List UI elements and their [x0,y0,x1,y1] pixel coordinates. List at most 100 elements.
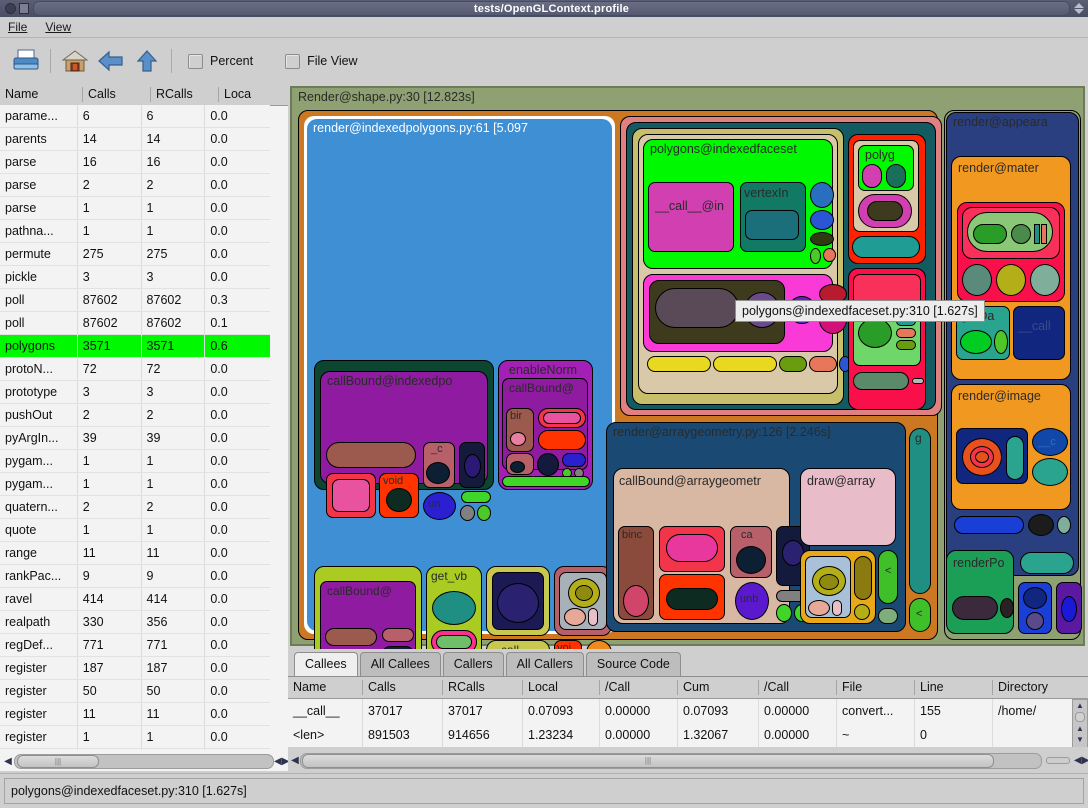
treemap-leaf[interactable] [1006,436,1024,480]
treemap-node-unb[interactable]: unb [735,582,769,620]
details-column-call[interactable]: /Call [599,680,677,695]
treemap-leaf[interactable] [564,608,586,626]
function-list-row[interactable]: register 50 50 0.0 [0,680,270,703]
window-controls-right[interactable] [1074,3,1088,14]
treemap-leaf[interactable] [460,505,475,521]
details-column-local[interactable]: Local [522,680,599,695]
treemap-leaf[interactable] [960,330,992,354]
treemap-leaf[interactable] [1034,224,1040,244]
percent-checkbox[interactable]: Percent [188,53,253,69]
function-list-row[interactable]: permute 275 275 0.0 [0,243,270,266]
treemap-leaf[interactable] [852,236,920,258]
function-list-row[interactable]: parse 1 1 0.0 [0,197,270,220]
details-scroll-down-icon[interactable]: ▼ [1073,734,1087,745]
file-view-checkbox[interactable]: File View [285,53,358,69]
treemap-leaf[interactable] [896,340,916,350]
details-hscrollbar-thumb[interactable]: ||| [302,753,994,768]
details-scroll-left-icon[interactable]: ◀ [290,755,300,766]
treemap-leaf[interactable] [952,596,998,620]
window-menu-icon[interactable] [5,3,16,14]
treemap-leaf[interactable] [326,442,416,468]
tab-source-code[interactable]: Source Code [585,652,681,676]
treemap-node-c[interactable]: __c [1032,428,1068,456]
treemap-leaf[interactable] [854,556,872,600]
treemap-leaf[interactable] [962,264,992,296]
treemap-leaf[interactable] [510,432,526,446]
treemap-node-g[interactable]: g [909,428,931,594]
tab-all-callers[interactable]: All Callers [505,652,584,676]
treemap-leaf[interactable] [461,491,491,503]
details-vscrollbar-thumb[interactable] [1075,712,1085,722]
treemap-leaf[interactable] [862,164,882,188]
treemap-leaf[interactable] [713,356,777,372]
treemap-leaf[interactable] [386,488,412,512]
function-list-row[interactable]: regDef... 771 771 0.0 [0,634,270,657]
treemap-leaf[interactable] [436,635,472,649]
treemap-leaf[interactable] [745,210,799,240]
details-table-row[interactable]: <len> 891503 914656 1.23234 0.00000 1.32067 0.… [288,723,1088,747]
treemap-leaf[interactable] [1011,224,1031,244]
treemap-leaf[interactable] [809,356,837,372]
scroll-left-icon[interactable]: ◀ [2,756,14,767]
function-list-row[interactable]: register 187 187 0.0 [0,657,270,680]
function-list-row[interactable]: register 11 11 0.0 [0,703,270,726]
treemap-leaf[interactable] [538,430,586,450]
treemap-leaf[interactable] [810,210,834,230]
function-list-row[interactable]: prototype 3 3 0.0 [0,381,270,404]
details-column-file[interactable]: File [836,680,914,695]
treemap-leaf[interactable] [996,264,1026,296]
treemap-leaf[interactable] [819,574,839,590]
percent-checkbox-box[interactable] [188,53,203,69]
treemap-leaf[interactable] [912,378,924,384]
treemap-leaf[interactable] [382,628,414,642]
treemap-leaf[interactable] [655,288,739,328]
function-list-row[interactable]: quatern... 2 2 0.0 [0,496,270,519]
function-list-row[interactable]: realpath 330 356 0.0 [0,611,270,634]
treemap-leaf[interactable] [543,412,581,424]
treemap-leaf[interactable] [736,546,766,574]
treemap-leaf[interactable] [537,453,559,476]
column-header-rcalls[interactable]: RCalls [150,87,218,102]
treemap-leaf[interactable] [1057,516,1071,534]
treemap-leaf[interactable] [776,604,792,622]
column-header-name[interactable]: Name [0,87,82,102]
treemap-canvas[interactable]: Render@shape.py:30 [12.823s] render@inde… [290,86,1085,694]
details-column-line[interactable]: Line [914,680,992,695]
function-list-row[interactable]: poll 87602 87602 0.3 [0,289,270,312]
function-list-row[interactable]: register 1 1 0.0 [0,726,270,749]
treemap-leaf[interactable] [854,604,870,620]
function-list-row[interactable]: rankPac... 9 9 0.0 [0,565,270,588]
treemap-leaf[interactable] [1030,264,1060,296]
treemap-leaf[interactable] [975,451,989,463]
treemap-leaf[interactable] [332,479,370,512]
tab-callees[interactable]: Callees [294,652,358,676]
treemap-node-lt-1[interactable]: < [878,550,898,604]
treemap-leaf[interactable] [1028,514,1054,536]
treemap-leaf[interactable] [973,224,1007,244]
treemap-node-draw-array[interactable]: draw@array [800,468,896,546]
treemap-leaf[interactable] [666,588,718,610]
treemap-leaf[interactable] [497,583,539,623]
details-scroll-up-icon-2[interactable]: ▲ [1073,723,1087,734]
function-list-row[interactable]: pushOut 2 2 0.0 [0,404,270,427]
function-list-hscrollbar[interactable]: ◀ ||| ◀▶ [2,753,289,770]
details-hscrollbar-mini[interactable] [1046,757,1070,764]
treemap-leaf[interactable] [954,516,1024,534]
details-hscrollbar[interactable]: ◀ ||| ◀▶ [290,752,1088,769]
treemap-leaf[interactable] [666,534,718,562]
treemap-leaf[interactable] [878,608,898,624]
back-button[interactable] [93,44,129,78]
details-column-name[interactable]: Name [288,680,362,695]
function-list-row[interactable]: quote 1 1 0.0 [0,519,270,542]
function-list-row[interactable]: pyArgIn... 39 39 0.0 [0,427,270,450]
treemap-leaf[interactable] [1026,612,1044,630]
function-list-row[interactable]: parame... 6 6 0.0 [0,105,270,128]
hscrollbar-thumb[interactable]: ||| [17,755,99,768]
menu-item-file[interactable]: File [8,20,27,34]
function-list-row[interactable]: parents 14 14 0.0 [0,128,270,151]
print-button[interactable] [8,44,44,78]
function-list-row[interactable]: pickle 3 3 0.0 [0,266,270,289]
details-scroll-up-icon[interactable]: ▲ [1073,700,1087,711]
treemap-leaf[interactable] [858,318,892,348]
treemap-node-call2[interactable]: __call [1013,306,1065,360]
